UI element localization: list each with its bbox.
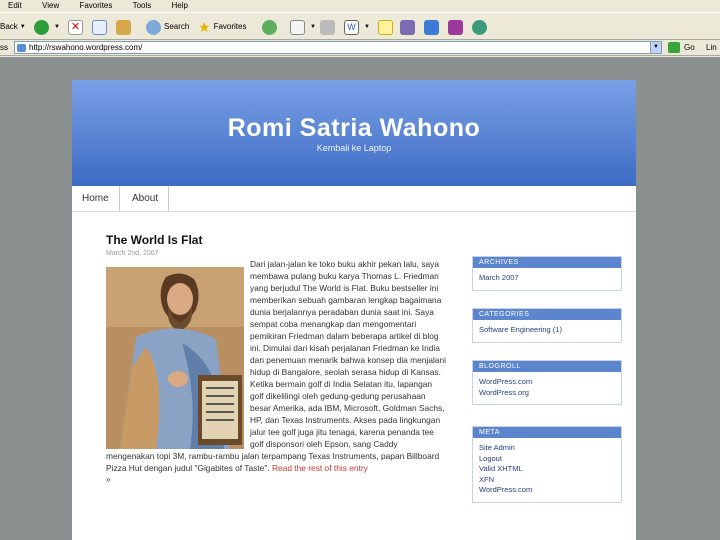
back-button[interactable]: Back ▼ <box>0 18 26 36</box>
users-icon <box>472 19 487 35</box>
nav-home[interactable]: Home <box>72 186 120 212</box>
research-icon <box>400 19 415 35</box>
widget-title: CATEGORIES <box>473 309 621 320</box>
widget-categories: CATEGORIES Software Engineering (1) <box>472 308 622 343</box>
favorites-label: Favorites <box>213 22 247 31</box>
more-marker: » <box>106 475 111 484</box>
star-icon: ★ <box>198 19 211 35</box>
forward-arrow-icon <box>34 19 49 35</box>
forward-button[interactable]: ▼ <box>34 18 60 36</box>
menu-help[interactable]: Help <box>172 0 188 11</box>
menu-view[interactable]: View <box>42 0 59 11</box>
history-icon <box>262 19 277 35</box>
edit-dropdown-icon[interactable]: ▼ <box>364 18 370 36</box>
forward-dropdown-icon[interactable]: ▼ <box>54 18 60 36</box>
meta-link[interactable]: Valid XHTML <box>479 464 615 475</box>
post-image <box>106 267 244 449</box>
widget-title: META <box>473 427 621 438</box>
mail-button[interactable]: ▼ <box>290 18 316 36</box>
address-label: ss <box>0 43 8 52</box>
address-url[interactable]: http://rswahono.wordpress.com/ <box>29 43 142 52</box>
menu-tools[interactable]: Tools <box>133 0 152 11</box>
refresh-icon <box>92 19 107 35</box>
home-icon <box>116 19 131 35</box>
blog-description: Kembali ke Laptop <box>316 143 392 153</box>
address-dropdown-icon[interactable]: ▼ <box>650 42 661 53</box>
blogroll-link[interactable]: WordPress.org <box>479 388 615 399</box>
notes-icon <box>378 19 393 35</box>
favorites-button[interactable]: ★ Favorites <box>198 18 246 36</box>
widget-title: BLOGROLL <box>473 361 621 372</box>
back-label: Back <box>0 22 18 31</box>
home-button[interactable] <box>116 18 134 36</box>
notes-button[interactable] <box>378 18 396 36</box>
stop-icon: ✕ <box>68 19 83 35</box>
meta-link[interactable]: WordPress.com <box>479 485 615 496</box>
tool2-button[interactable] <box>424 18 442 36</box>
refresh-button[interactable] <box>92 18 110 36</box>
print-icon <box>320 19 335 35</box>
history-button[interactable] <box>262 18 280 36</box>
blog-page: Romi Satria Wahono Kembali ke Laptop Hom… <box>72 80 636 540</box>
read-more-link[interactable]: Read the rest of this entry <box>272 463 368 473</box>
messenger-icon <box>424 19 439 35</box>
blog-nav: Home About <box>72 186 636 212</box>
post-title[interactable]: The World Is Flat <box>106 233 202 247</box>
mail-dropdown-icon[interactable]: ▼ <box>310 18 316 36</box>
page-icon <box>17 44 26 52</box>
word-icon: W <box>344 19 359 35</box>
tool3-button[interactable] <box>448 18 466 36</box>
meta-link[interactable]: Site Admin <box>479 443 615 454</box>
go-arrow-icon[interactable] <box>668 42 680 53</box>
meta-link[interactable]: XFN <box>479 475 615 486</box>
widget-archives: ARCHIVES March 2007 <box>472 256 622 291</box>
blog-header: Romi Satria Wahono Kembali ke Laptop <box>72 80 636 186</box>
search-icon <box>146 19 161 35</box>
edit-button[interactable]: W ▼ <box>344 18 370 36</box>
plugin-icon <box>448 19 463 35</box>
mail-icon <box>290 19 305 35</box>
links-label[interactable]: Lin <box>706 43 717 52</box>
address-bar: ss http://rswahono.wordpress.com/ ▼ Go L… <box>0 40 720 56</box>
nav-about[interactable]: About <box>122 186 170 212</box>
address-field[interactable]: http://rswahono.wordpress.com/ ▼ <box>14 41 662 54</box>
widget-title: ARCHIVES <box>473 257 621 268</box>
menu-favorites[interactable]: Favorites <box>79 0 112 11</box>
search-button[interactable]: Search <box>146 18 189 36</box>
widget-meta: META Site Admin Logout Valid XHTML XFN W… <box>472 426 622 503</box>
menu-bar: Edit View Favorites Tools Help <box>0 0 720 12</box>
stop-button[interactable]: ✕ <box>68 18 86 36</box>
go-button[interactable]: Go <box>684 43 695 52</box>
blogroll-link[interactable]: WordPress.com <box>479 377 615 388</box>
widget-blogroll: BLOGROLL WordPress.com WordPress.org <box>472 360 622 405</box>
back-dropdown-icon[interactable]: ▼ <box>20 18 26 36</box>
meta-link[interactable]: Logout <box>479 454 615 465</box>
page-viewport: Romi Satria Wahono Kembali ke Laptop Hom… <box>0 57 720 540</box>
menu-edit[interactable]: Edit <box>8 0 22 11</box>
archive-link[interactable]: March 2007 <box>479 273 615 284</box>
blog-title[interactable]: Romi Satria Wahono <box>72 114 636 143</box>
tool4-button[interactable] <box>472 18 490 36</box>
search-label: Search <box>164 22 190 31</box>
category-link[interactable]: Software Engineering (1) <box>479 325 615 336</box>
post-date: March 2nd, 2007 <box>106 250 159 257</box>
toolbar: Back ▼ ▼ ✕ Search ★ Favorites ▼ W ▼ <box>0 12 720 40</box>
print-button[interactable] <box>320 18 338 36</box>
tool1-button[interactable] <box>400 18 418 36</box>
